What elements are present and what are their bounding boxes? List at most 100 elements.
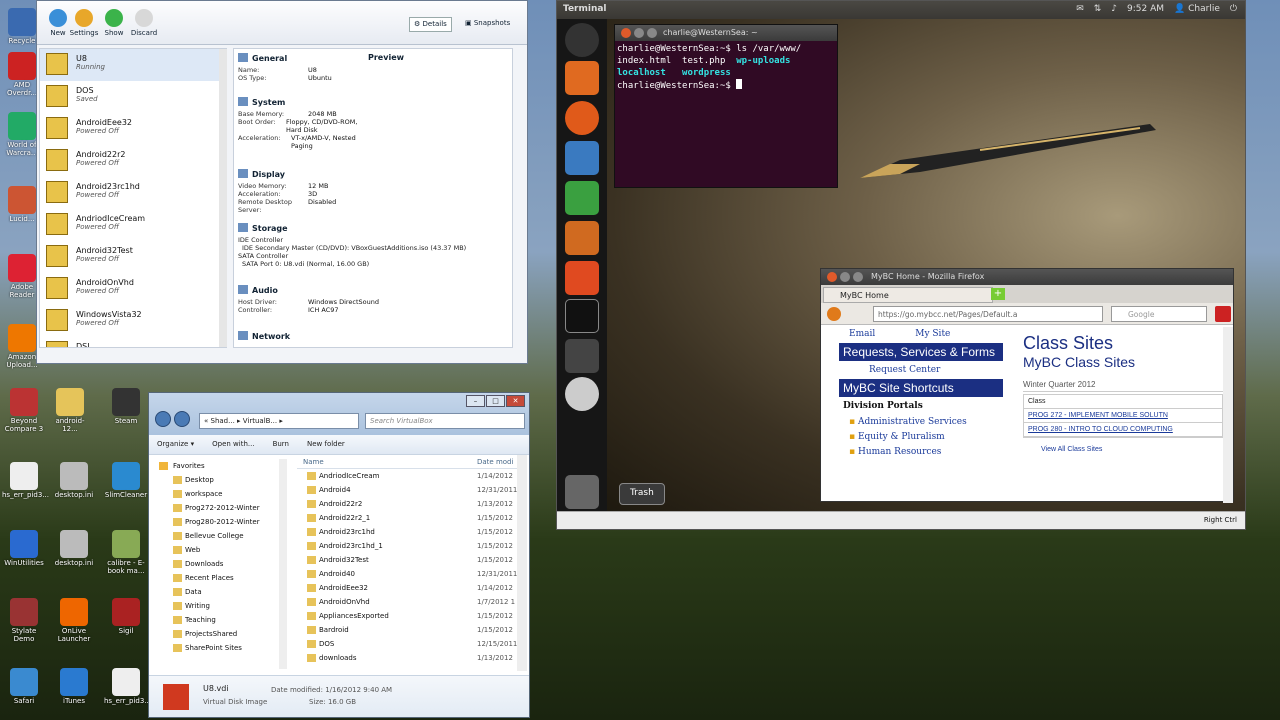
dash-home-icon[interactable]	[565, 23, 599, 57]
desktop-icon[interactable]: hs_err_pid3...	[2, 462, 49, 499]
page-scrollbar[interactable]	[1223, 327, 1233, 503]
file-row[interactable]: Android22r2_1 1/15/2012	[297, 511, 521, 525]
nav-item[interactable]: Desktop	[153, 473, 293, 487]
maximize-button[interactable]	[853, 272, 863, 282]
close-button[interactable]	[827, 272, 837, 282]
portal-link[interactable]: Human Resources	[839, 445, 1003, 460]
desktop-icon[interactable]: iTunes	[52, 668, 96, 705]
nav-item[interactable]: Prog272-2012-Winter	[153, 501, 293, 515]
file-row[interactable]: AndriodIceCream 1/14/2012	[297, 469, 521, 483]
workspace-switcher-icon[interactable]	[565, 339, 599, 373]
home-folder-icon[interactable]	[565, 61, 599, 95]
trash-icon[interactable]	[565, 475, 599, 509]
forward-button[interactable]	[173, 411, 190, 427]
cd-icon[interactable]	[565, 377, 599, 411]
request-center-link[interactable]: Request Center	[839, 365, 1003, 375]
search-box[interactable]: Google	[1111, 306, 1207, 322]
command-button[interactable]: New folder	[307, 440, 345, 449]
desktop-icon[interactable]: WinUtilities	[2, 530, 46, 567]
desktop-icon[interactable]: calibre - E-book ma...	[104, 530, 148, 575]
file-row[interactable]: AndroidOnVhd 1/7/2012 1	[297, 595, 521, 609]
discard-button[interactable]: Discard	[127, 9, 161, 37]
vm-list-item[interactable]: AndriodIceCream Powered Off	[40, 209, 226, 241]
user-menu[interactable]: 👤 Charlie	[1174, 4, 1220, 14]
clock[interactable]: 9:52 AM	[1127, 4, 1164, 14]
nav-item[interactable]: Downloads	[153, 557, 293, 571]
show-button[interactable]: Show	[97, 9, 131, 37]
vm-list-item[interactable]: DOS Saved	[40, 81, 226, 113]
desktop-icon[interactable]: desktop.ini	[52, 530, 96, 567]
desktop-icon[interactable]: Stylate Demo	[2, 598, 46, 643]
network-icon[interactable]: ⇅	[1094, 4, 1102, 14]
vm-list-item[interactable]: AndroidOnVhd Powered Off	[40, 273, 226, 305]
nav-item[interactable]: Favorites	[153, 459, 293, 473]
back-button[interactable]	[155, 411, 171, 427]
email-link[interactable]: Email	[849, 329, 875, 339]
back-button[interactable]	[827, 307, 841, 321]
nav-item[interactable]: Recent Places	[153, 571, 293, 585]
portal-link[interactable]: Administrative Services	[839, 415, 1003, 430]
settings-button[interactable]: Settings	[67, 9, 101, 37]
nav-item[interactable]: workspace	[153, 487, 293, 501]
mail-icon[interactable]: ✉	[1076, 4, 1084, 14]
close-button[interactable]	[621, 28, 631, 38]
desktop-icon[interactable]: android-12...	[48, 388, 92, 433]
file-row[interactable]: Android23rc1hd_1 1/15/2012	[297, 539, 521, 553]
minimize-button[interactable]: –	[466, 395, 485, 407]
command-button[interactable]: Open with...	[212, 440, 254, 449]
desktop-icon[interactable]: OnLive Launcher	[52, 598, 96, 643]
command-button[interactable]: Organize ▾	[157, 440, 194, 449]
vm-list-scrollbar[interactable]	[219, 49, 227, 347]
volume-icon[interactable]: ♪	[1111, 4, 1117, 14]
snapshots-button[interactable]: ▣ Snapshots	[461, 17, 514, 32]
vm-list-item[interactable]: WindowsVista32 Powered Off	[40, 305, 226, 337]
nav-item[interactable]: Bellevue College	[153, 529, 293, 543]
file-row[interactable]: downloads 1/13/2012	[297, 651, 521, 665]
desktop-icon[interactable]: hs_err_pid3...	[104, 668, 151, 705]
desktop-icon[interactable]: desktop.ini	[52, 462, 96, 499]
nav-scrollbar[interactable]	[279, 459, 287, 669]
maximize-button[interactable]	[647, 28, 657, 38]
home-button[interactable]	[1215, 306, 1231, 322]
software-center-icon[interactable]	[565, 261, 599, 295]
new-tab-button[interactable]: +	[991, 288, 1005, 300]
minimize-button[interactable]	[840, 272, 850, 282]
nav-item[interactable]: Data	[153, 585, 293, 599]
power-icon[interactable]: ⏻	[1230, 4, 1237, 14]
desktop-icon[interactable]: Sigil	[104, 598, 148, 635]
file-scrollbar[interactable]	[517, 455, 527, 671]
desktop-icon[interactable]: Safari	[2, 668, 46, 705]
close-button[interactable]: ✕	[506, 395, 525, 407]
file-row[interactable]: DOS 12/15/2011	[297, 637, 521, 651]
file-row[interactable]: AppliancesExported 1/15/2012	[297, 609, 521, 623]
column-name[interactable]: Name	[303, 458, 324, 466]
class-link[interactable]: PROG 280 - INTRO TO CLOUD COMPUTING	[1024, 423, 1222, 437]
nav-item[interactable]: Web	[153, 543, 293, 557]
writer-icon[interactable]	[565, 141, 599, 175]
tab-mybc-home[interactable]: MyBC Home	[823, 287, 993, 303]
firefox-icon[interactable]	[565, 101, 599, 135]
vm-list-item[interactable]: DSL	[40, 337, 226, 347]
vm-list-item[interactable]: Android32Test Powered Off	[40, 241, 226, 273]
nav-item[interactable]: Teaching	[153, 613, 293, 627]
nav-item[interactable]: Writing	[153, 599, 293, 613]
file-row[interactable]: AndroidEee32 1/14/2012	[297, 581, 521, 595]
vm-list-item[interactable]: AndroidEee32 Powered Off	[40, 113, 226, 145]
nav-item[interactable]: ProjectsShared	[153, 627, 293, 641]
file-row[interactable]: Android23rc1hd 1/15/2012	[297, 525, 521, 539]
maximize-button[interactable]: □	[486, 395, 505, 407]
search-input[interactable]: Search VirtualBox	[365, 413, 525, 429]
vm-list-item[interactable]: Android22r2 Powered Off	[40, 145, 226, 177]
minimize-button[interactable]	[634, 28, 644, 38]
file-row[interactable]: Android4 12/31/2011	[297, 483, 521, 497]
file-row[interactable]: Android32Test 1/15/2012	[297, 553, 521, 567]
desktop-icon[interactable]: Beyond Compare 3	[2, 388, 46, 433]
file-row[interactable]: Android22r2 1/13/2012	[297, 497, 521, 511]
class-link[interactable]: PROG 272 - IMPLEMENT MOBILE SOLUTN	[1024, 409, 1222, 423]
details-button[interactable]: ⚙ Details	[409, 17, 452, 32]
address-bar[interactable]: « Shad... ▸ VirtualB... ▸	[199, 413, 359, 429]
vm-list-item[interactable]: Android23rc1hd Powered Off	[40, 177, 226, 209]
terminal-icon[interactable]	[565, 299, 599, 333]
column-date[interactable]: Date modi	[477, 458, 513, 466]
view-all-link[interactable]: View All Class Sites	[1023, 446, 1223, 453]
